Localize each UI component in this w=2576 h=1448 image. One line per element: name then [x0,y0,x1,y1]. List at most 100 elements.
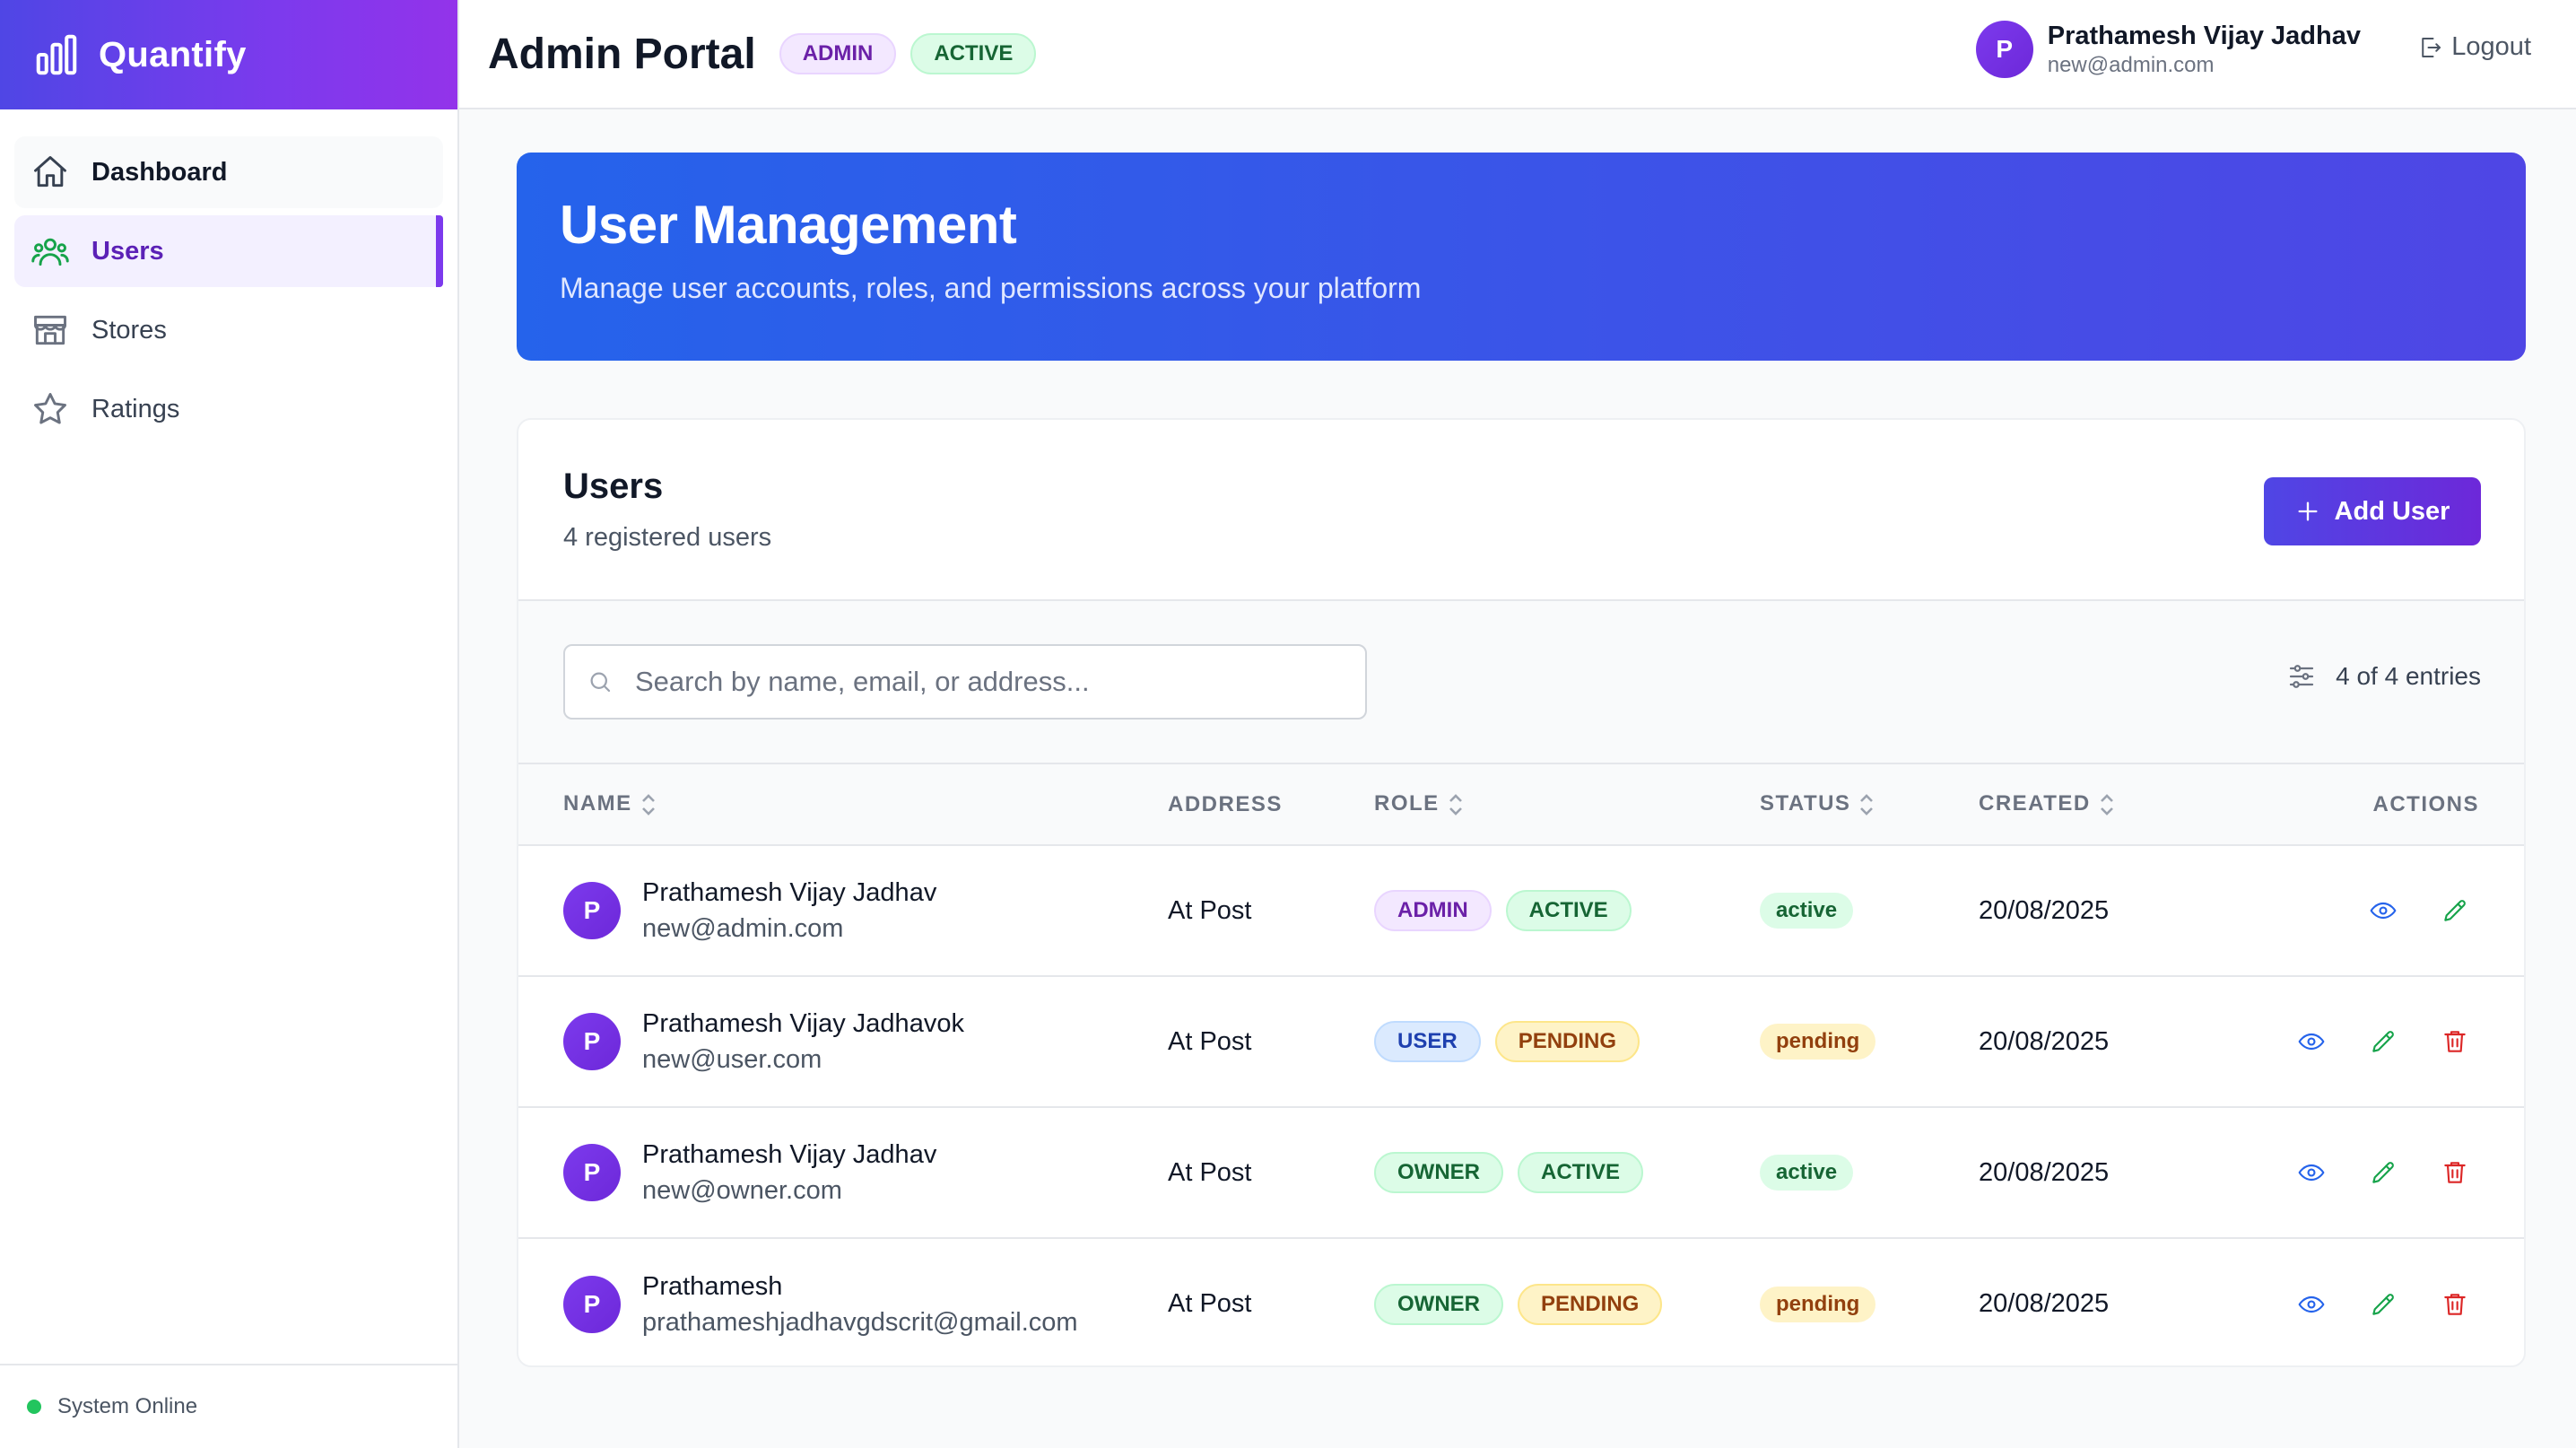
user-email: new@admin.com [642,914,844,943]
table-row: P Prathamesh Vijay Jadhav new@owner.com … [518,1107,2524,1238]
eye-icon [2370,902,2397,920]
sort-icon [641,793,655,816]
column-header-address: ADDRESS [1168,791,1283,816]
edit-button[interactable] [2438,894,2472,928]
users-count: 4 registered users [563,523,772,552]
user-email: new@owner.com [642,1176,842,1205]
avatar: P [1975,21,2033,78]
avatar: P [563,1144,621,1201]
user-email: prathameshjadhavgdscrit@gmail.com [642,1307,1078,1337]
status-dot-icon [27,1400,41,1414]
table-header-row: NAME ADDRESS ROLE STATUS CREATED ACTIONS [518,764,2524,845]
pencil-icon [2444,900,2466,921]
role-badge: OWNER [1374,1152,1503,1193]
sort-icon [1449,793,1462,816]
view-button[interactable] [2294,1025,2328,1059]
cell-name: P Prathamesh Vijay Jadhav new@owner.com [518,1107,1168,1238]
user-identity: P Prathamesh Vijay Jadhav new@owner.com [563,1137,1168,1208]
user-management-banner: User Management Manage user accounts, ro… [517,153,2526,361]
logout-label: Logout [2451,32,2531,61]
search-icon [590,672,611,693]
user-email: new@user.com [642,1045,822,1074]
pencil-icon [2372,1031,2394,1052]
search-input[interactable] [635,666,1353,698]
sidebar-item-ratings[interactable]: Ratings [14,373,443,445]
eye-icon [2298,1164,2325,1182]
row-actions [2248,1156,2524,1190]
table-row: P Prathamesh prathameshjadhavgdscrit@gma… [518,1238,2524,1365]
column-label: NAME [563,791,632,816]
row-actions [2248,1287,2524,1322]
user-identity: P Prathamesh Vijay Jadhavok new@user.com [563,1006,1168,1077]
cell-name: P Prathamesh prathameshjadhavgdscrit@gma… [518,1238,1168,1365]
current-user-email: new@admin.com [2047,53,2215,77]
column-header-name[interactable]: NAME [518,764,1168,845]
sidebar-item-dashboard[interactable]: Dashboard [14,136,443,208]
column-header-role[interactable]: ROLE [1374,764,1760,845]
add-user-button[interactable]: Add User [2264,477,2481,545]
edit-button[interactable] [2366,1287,2400,1322]
users-table: NAME ADDRESS ROLE STATUS CREATED ACTIONS… [518,764,2524,1365]
cell-role: OWNER ACTIVE [1374,1107,1760,1238]
current-user[interactable]: P Prathamesh Vijay Jadhav new@admin.com [1975,20,2361,79]
column-header-status[interactable]: STATUS [1760,764,1979,845]
status-badge: ACTIVE [910,33,1037,74]
row-actions [2248,894,2524,928]
table-toolbar: 4 of 4 entries [518,601,2524,764]
edit-button[interactable] [2366,1156,2400,1190]
cell-address: At Post [1168,1289,1252,1318]
brand-name: Quantify [99,34,247,74]
eye-icon [2298,1033,2325,1051]
cell-address: At Post [1168,1026,1252,1056]
brand-header[interactable]: Quantify [0,0,457,109]
logout-icon [2422,37,2441,57]
cell-role: ADMIN ACTIVE [1374,845,1760,976]
users-card-title: Users [563,467,664,506]
bar-chart-logo-icon [36,34,77,75]
user-text: Prathamesh Vijay Jadhav new@owner.com [642,1137,936,1208]
trash-icon [2444,1031,2466,1052]
cell-created: 20/08/2025 [1979,895,2110,925]
pencil-icon [2372,1293,2394,1315]
entries-count: 4 of 4 entries [2285,660,2481,693]
avatar: P [563,882,621,939]
entries-text: 4 of 4 entries [2336,662,2481,690]
delete-button[interactable] [2438,1025,2472,1059]
sidebar: Quantify Dashboard Users Stores Ratings … [0,0,459,1448]
banner-title: User Management [560,195,1017,255]
cell-actions [2248,1238,2524,1365]
sidebar-item-label: Stores [91,315,167,345]
user-text: Prathamesh Vijay Jadhavok new@user.com [642,1006,964,1077]
view-button[interactable] [2366,894,2400,928]
view-button[interactable] [2294,1156,2328,1190]
view-button[interactable] [2294,1287,2328,1322]
cell-role: OWNER PENDING [1374,1238,1760,1365]
search-box[interactable] [563,644,1367,720]
top-header: Admin Portal ADMIN ACTIVE P Prathamesh V… [459,0,2576,109]
role-badge: OWNER [1374,1283,1503,1325]
cell-created: 20/08/2025 [1979,1289,2110,1318]
state-badge: PENDING [1494,1021,1640,1062]
delete-button[interactable] [2438,1156,2472,1190]
plus-icon [2298,502,2318,521]
sidebar-item-users[interactable]: Users [14,215,443,287]
edit-button[interactable] [2366,1025,2400,1059]
role-badge: USER [1374,1021,1481,1062]
state-badge: PENDING [1518,1283,1663,1325]
role-badge: ADMIN [779,33,897,74]
logout-button[interactable]: Logout [2417,32,2531,62]
table-row: P Prathamesh Vijay Jadhav new@admin.com … [518,845,2524,976]
status-badge: active [1760,1155,1854,1191]
filter-sliders-icon[interactable] [2285,660,2318,693]
cell-status: active [1760,1107,1979,1238]
column-label: STATUS [1760,791,1851,816]
delete-button[interactable] [2438,1287,2472,1322]
state-badge: ACTIVE [1505,890,1632,931]
current-user-name: Prathamesh Vijay Jadhav [2047,22,2361,50]
users-card: Users 4 registered users Add User Search… [517,418,2526,1367]
column-header-actions: ACTIONS [2372,791,2479,816]
column-header-created[interactable]: CREATED [1979,764,2248,845]
sidebar-item-stores[interactable]: Stores [14,294,443,366]
user-identity: P Prathamesh Vijay Jadhav new@admin.com [563,875,1168,946]
cell-actions [2248,845,2524,976]
